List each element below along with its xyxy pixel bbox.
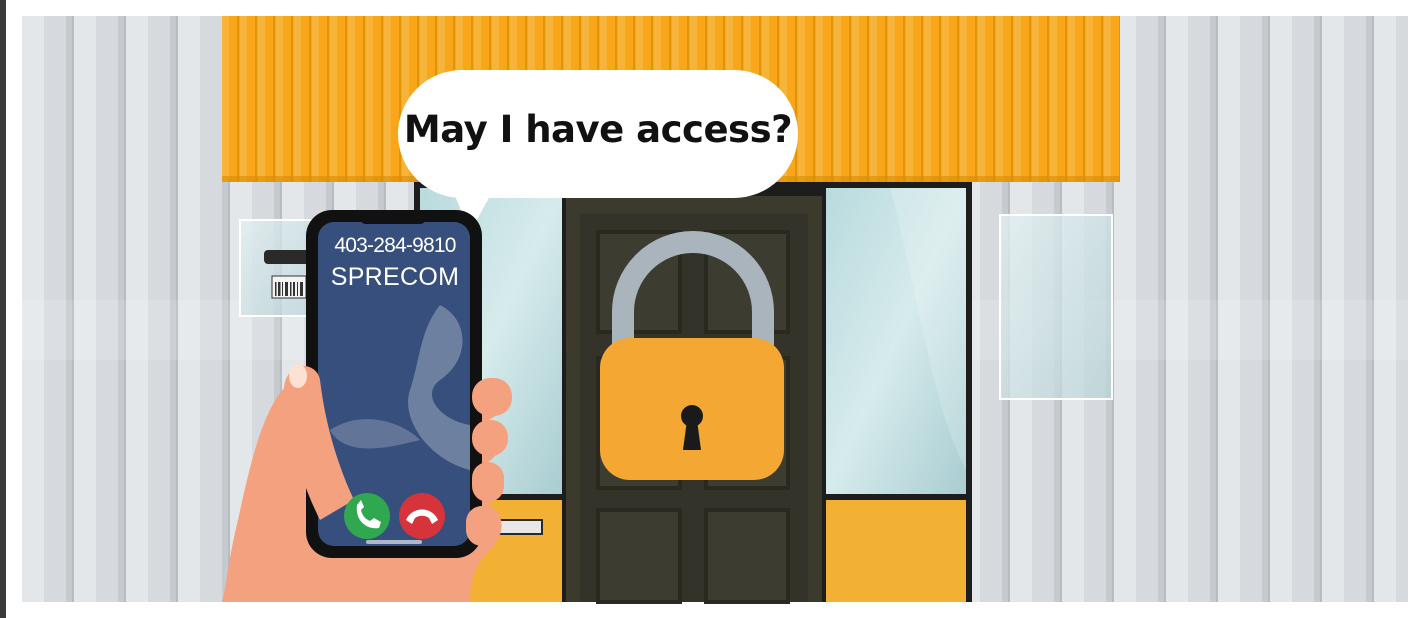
phone-accept-icon	[344, 493, 390, 539]
wall-sign-left	[239, 219, 317, 317]
caller-number: 403-284-9810	[334, 234, 456, 257]
frame-edge	[0, 0, 6, 618]
speech-bubble-text: May I have access?	[403, 108, 793, 151]
phone-decline-icon	[399, 493, 445, 539]
caller-name: SPRECOM	[330, 263, 460, 291]
wall-sign-right	[999, 214, 1113, 400]
storefront-scene: May I have access? 403-284-9810 SPRECOM	[0, 0, 1424, 618]
